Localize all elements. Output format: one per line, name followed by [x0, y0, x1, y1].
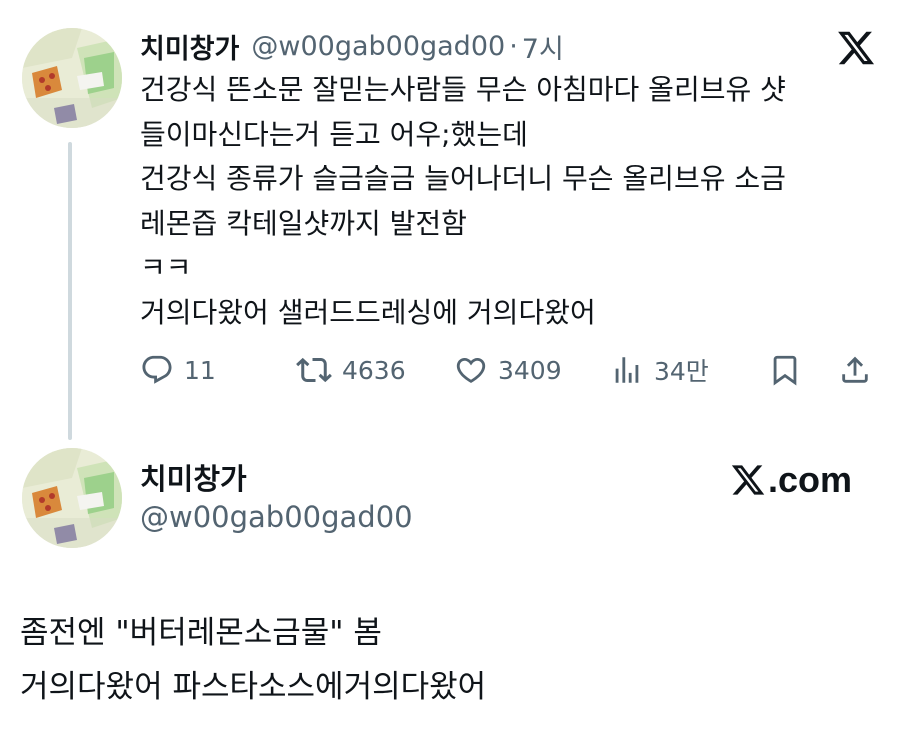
tweet-text: 건강식 뜬소문 잘믿는사람들 무슨 아침마다 올리브유 샷 들이마신다는거 듣고… — [140, 68, 880, 335]
caption-text: 좀전엔 "버터레몬소금물" 봄 거의다왔어 파스타소스에거의다왔어 — [20, 606, 486, 714]
retweet-icon — [296, 357, 332, 383]
reply-button[interactable]: 11 — [140, 348, 216, 392]
caption-line: 좀전엔 "버터레몬소금물" 봄 — [20, 615, 382, 651]
tweet-line: 들이마신다는거 듣고 어우;했는데 — [140, 117, 528, 151]
tweet-line: 레몬즙 칵테일샷까지 발전함 — [140, 206, 467, 240]
display-name[interactable]: 치미창가 — [140, 27, 239, 66]
card-display-name[interactable]: 치미창가 — [140, 456, 247, 498]
tweet-actions: 11 4636 3409 34만 — [140, 348, 880, 392]
like-count: 3409 — [498, 355, 562, 385]
caption-line: 거의다왔어 파스타소스에거의다왔어 — [20, 669, 487, 705]
tweet-time[interactable]: 7시 — [522, 27, 564, 66]
user-handle[interactable]: @w00gab00gad00 — [251, 31, 505, 62]
share-button[interactable] — [838, 348, 872, 392]
tweet-line: ㅋㅋ — [140, 251, 192, 284]
avatar-image — [22, 448, 122, 548]
views-icon — [615, 357, 639, 383]
x-logo-icon — [731, 465, 765, 495]
retweet-count: 4636 — [342, 355, 406, 385]
like-button[interactable]: 3409 — [454, 348, 562, 392]
avatar-image — [22, 28, 122, 128]
x-logo-icon — [836, 28, 876, 68]
tweet-line: 건강식 뜬소문 잘믿는사람들 무슨 아침마다 올리브유 샷 — [140, 73, 786, 106]
bookmark-button[interactable] — [768, 348, 802, 392]
heart-icon — [456, 357, 486, 383]
separator-dot: · — [509, 30, 518, 62]
share-icon — [842, 356, 868, 383]
x-com-domain: .com — [768, 459, 853, 500]
avatar[interactable] — [22, 448, 122, 548]
bookmark-icon — [773, 355, 797, 386]
avatar[interactable] — [22, 28, 122, 128]
reply-count: 11 — [184, 355, 216, 385]
thread-line — [68, 142, 72, 440]
reply-icon — [142, 355, 172, 384]
card-user-handle[interactable]: @w00gab00gad00 — [140, 500, 413, 534]
tweet-line: 거의다왔어 샐러드드레싱에 거의다왔어 — [140, 295, 596, 329]
tweet-line: 건강식 종류가 슬금슬금 늘어나더니 무슨 올리브유 소금 — [140, 162, 786, 195]
views-count: 34만 — [654, 357, 709, 386]
retweet-button[interactable]: 4636 — [296, 348, 406, 392]
tweet-header: 치미창가 @w00gab00gad00 · 7시 — [140, 24, 564, 68]
views-button[interactable]: 34만 — [610, 348, 709, 392]
x-com-logo: .com — [730, 458, 852, 502]
